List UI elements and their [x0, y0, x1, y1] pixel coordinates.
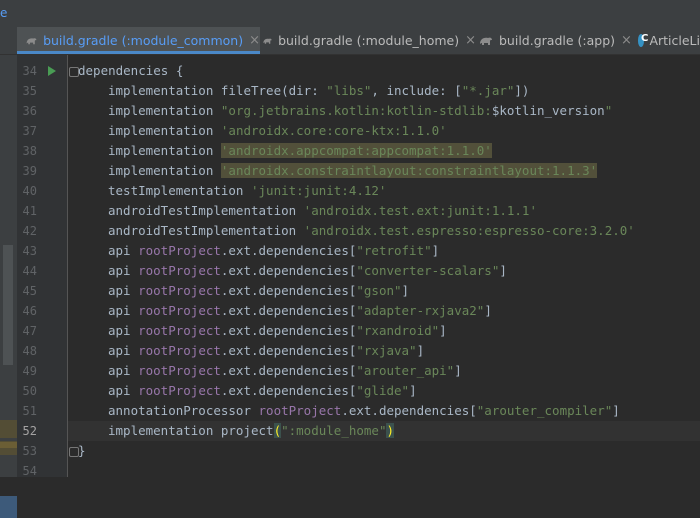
code-line-50: api rootProject.ext.dependencies["glide"…	[108, 383, 417, 398]
close-icon[interactable]: ×	[465, 33, 476, 48]
title-fragment: e	[0, 6, 8, 20]
code-line-38: implementation 'androidx.appcompat:appco…	[108, 143, 492, 158]
line-number: 54	[22, 464, 37, 478]
line-number: 36	[22, 104, 37, 118]
gradle-icon	[263, 38, 272, 44]
code-editor[interactable]: dependencies { implementation fileTree(d…	[68, 55, 700, 477]
line-number: 37	[22, 124, 37, 138]
tab-articlelist[interactable]: ArticleLi	[634, 27, 700, 54]
code-line-47: api rootProject.ext.dependencies["rxandr…	[108, 323, 447, 338]
code-line-36: implementation "org.jetbrains.kotlin:kot…	[108, 103, 613, 118]
line-number: 45	[22, 284, 37, 298]
code-line-46: api rootProject.ext.dependencies["adapte…	[108, 303, 492, 318]
tab-build-gradle-module-common[interactable]: build.gradle (:module_common) ×	[17, 27, 260, 54]
line-number: 51	[22, 404, 37, 418]
close-icon[interactable]: ×	[249, 33, 260, 48]
line-number: 49	[22, 364, 37, 378]
tab-label: build.gradle (:module_common)	[43, 33, 244, 48]
code-line-44: api rootProject.ext.dependencies["conver…	[108, 263, 507, 278]
line-number: 43	[22, 244, 37, 258]
tool-strip-highlight	[0, 496, 17, 518]
code-line-43: api rootProject.ext.dependencies["retrof…	[108, 243, 440, 258]
line-number: 47	[22, 324, 37, 338]
line-number: 46	[22, 304, 37, 318]
code-line-34: dependencies {	[78, 63, 184, 78]
line-number: 48	[22, 344, 37, 358]
editor-tab-bar: build.gradle (:module_common) × build.gr…	[0, 27, 700, 55]
line-number: 39	[22, 164, 37, 178]
line-number: 44	[22, 264, 37, 278]
line-number: 40	[22, 184, 37, 198]
code-line-52: implementation project(":module_home")	[108, 423, 394, 438]
line-number-gutter[interactable]: 34 35 36 37 38 39 40 41 42 43 44 45 46 4…	[17, 55, 79, 478]
line-number: 34	[22, 64, 37, 78]
code-line-40: testImplementation 'junit:junit:4.12'	[108, 183, 387, 198]
close-icon[interactable]: ×	[621, 33, 632, 48]
code-line-51: annotationProcessor rootProject.ext.depe…	[108, 403, 620, 418]
gradle-icon	[480, 37, 492, 45]
line-number: 50	[22, 384, 37, 398]
tab-label: ArticleLi	[649, 33, 700, 48]
code-line-37: implementation 'androidx.core:core-ktx:1…	[108, 123, 447, 138]
code-line-48: api rootProject.ext.dependencies["rxjava…	[108, 343, 425, 358]
code-line-41: androidTestImplementation 'androidx.test…	[108, 203, 537, 218]
tab-label: build.gradle (:module_home)	[278, 33, 460, 48]
run-icon[interactable]	[48, 66, 56, 76]
line-number-current: 52	[22, 424, 37, 438]
code-line-42: androidTestImplementation 'androidx.test…	[108, 223, 635, 238]
tab-label: build.gradle (:app)	[499, 33, 616, 48]
tab-build-gradle-module-home[interactable]: build.gradle (:module_home) ×	[260, 27, 476, 54]
code-line-39: implementation 'androidx.constraintlayou…	[108, 163, 598, 178]
code-line-49: api rootProject.ext.dependencies["aroute…	[108, 363, 462, 378]
title-strip: e	[0, 0, 700, 28]
gradle-icon	[26, 37, 37, 44]
code-line-45: api rootProject.ext.dependencies["gson"]	[108, 283, 410, 298]
code-line-35: implementation fileTree(dir: "libs", inc…	[108, 83, 530, 98]
line-number: 35	[22, 84, 37, 98]
line-number: 41	[22, 204, 37, 218]
line-number: 42	[22, 224, 37, 238]
line-number: 53	[22, 444, 37, 458]
line-number: 38	[22, 144, 37, 158]
code-line-53: }	[78, 443, 86, 458]
kotlin-class-icon	[638, 33, 649, 47]
tab-build-gradle-app[interactable]: build.gradle (:app) ×	[476, 27, 634, 54]
